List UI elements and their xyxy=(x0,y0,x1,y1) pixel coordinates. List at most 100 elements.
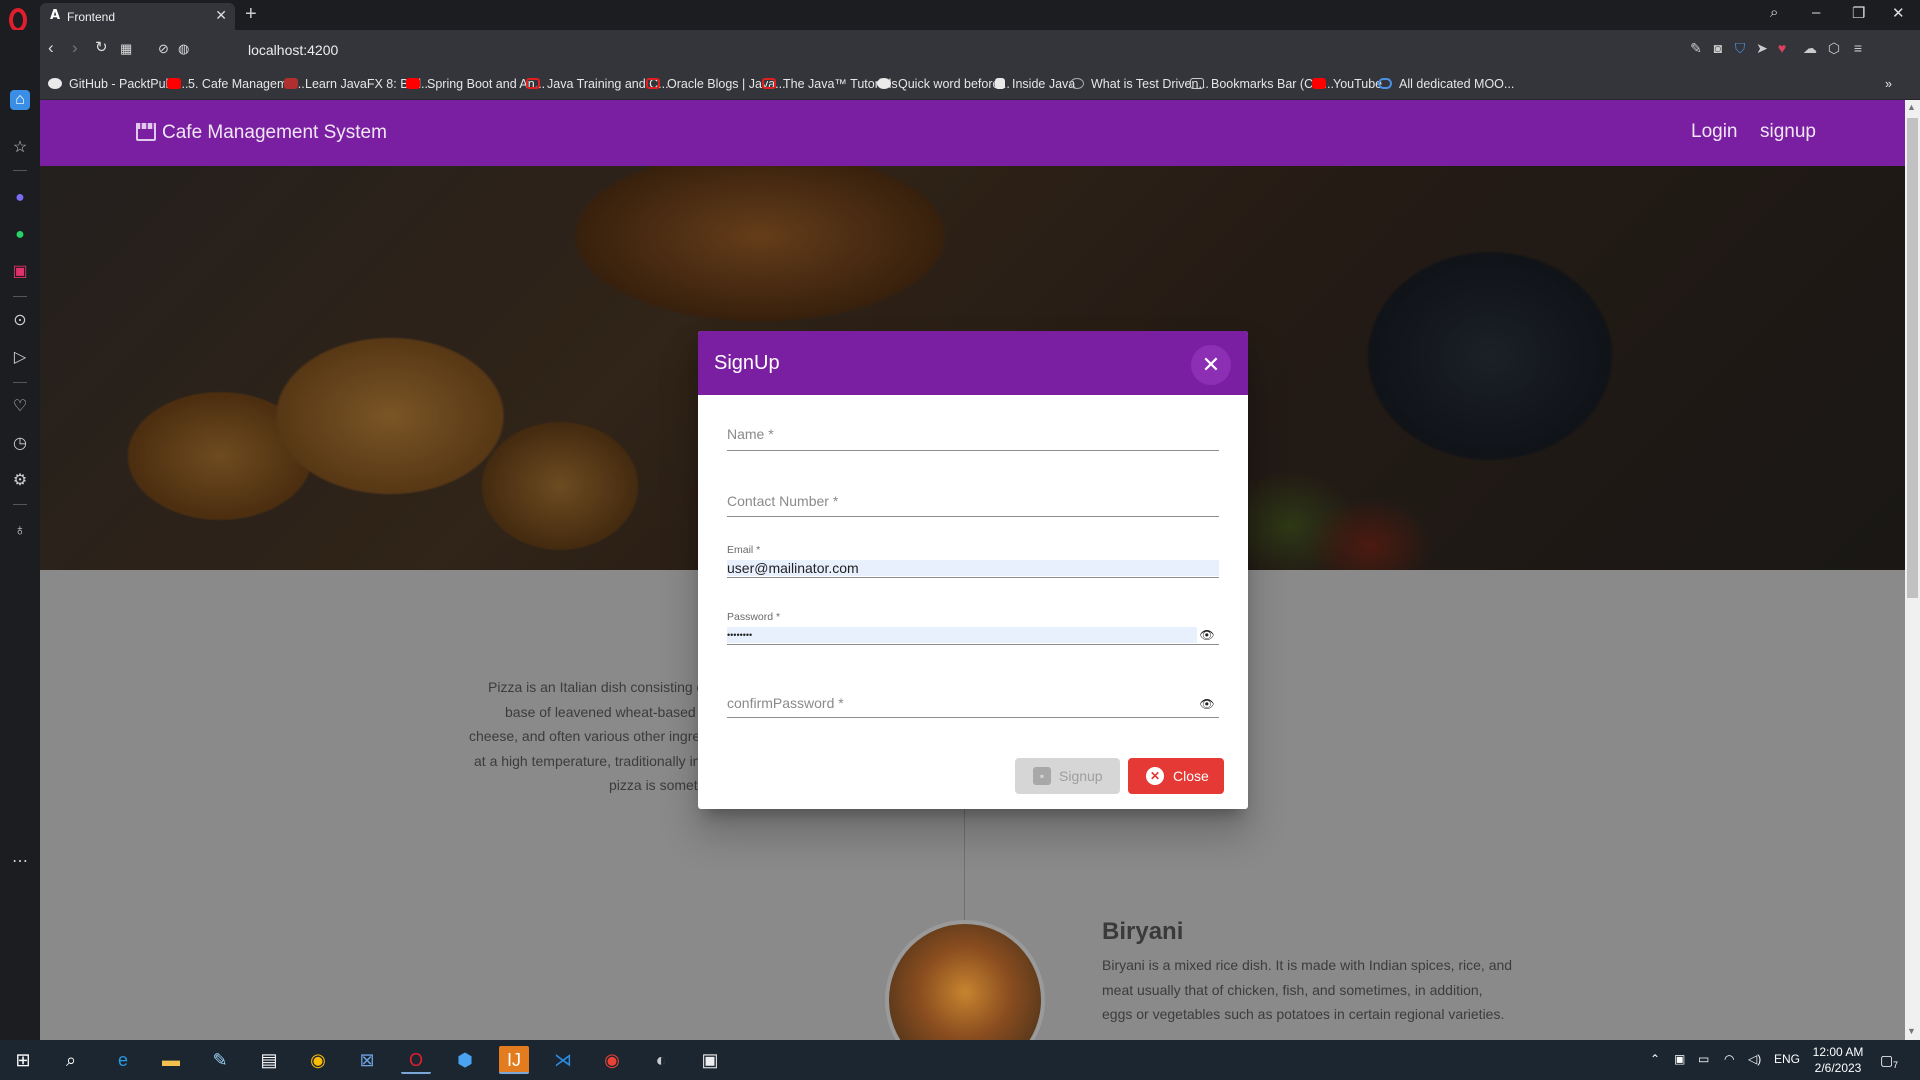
opera-logo-icon[interactable] xyxy=(9,8,27,32)
virtualbox-icon[interactable]: ⬢ xyxy=(450,1046,480,1074)
shield-icon[interactable]: ⛉ xyxy=(1732,40,1748,56)
site-info-icon[interactable]: ⊘ xyxy=(158,41,169,57)
store-icon[interactable]: ▤ xyxy=(254,1046,284,1074)
lightbulb-icon[interactable]: ♁ xyxy=(10,521,30,541)
star-icon[interactable]: ☆ xyxy=(10,138,30,158)
chrome-icon[interactable]: ◉ xyxy=(303,1046,333,1074)
confirm-password-field[interactable]: confirmPassword * 👁 xyxy=(727,695,1219,740)
file-explorer-icon[interactable]: ▬ xyxy=(156,1046,186,1074)
name-field[interactable]: Name * xyxy=(727,426,1219,471)
language-indicator[interactable]: ENG xyxy=(1774,1052,1800,1066)
opera-icon[interactable]: O xyxy=(401,1046,431,1074)
clock[interactable]: 12:00 AM 2/6/2023 xyxy=(1808,1044,1868,1076)
browser-tab[interactable]: A Frontend ✕ xyxy=(40,3,235,30)
bookmark-item[interactable]: Spring Boot and An... xyxy=(406,77,545,93)
tray-app-icon[interactable]: ▣ xyxy=(1674,1052,1685,1066)
scroll-down-icon[interactable]: ▼ xyxy=(1907,1026,1916,1036)
password-label: Password * xyxy=(727,611,781,623)
vscode-icon[interactable]: ⋊ xyxy=(548,1046,578,1074)
scroll-thumb[interactable] xyxy=(1907,118,1918,598)
easy-setup-icon[interactable]: ≡ xyxy=(1850,40,1866,56)
eclipse-icon[interactable]: ◐ xyxy=(646,1046,676,1074)
login-link[interactable]: Login xyxy=(1691,121,1738,143)
bookmark-item[interactable]: Quick word before... xyxy=(877,77,1010,93)
email-field[interactable]: Email * user@mailinator.com xyxy=(727,544,1219,589)
bookmark-label: All dedicated MOO... xyxy=(1399,77,1515,91)
windows-start-icon[interactable]: ⊞ xyxy=(8,1046,38,1074)
tab-close-icon[interactable]: ✕ xyxy=(215,7,227,24)
dialog-header: SignUp ✕ xyxy=(698,331,1248,395)
close-button[interactable]: ✕ Close xyxy=(1128,758,1224,794)
password-field[interactable]: Password * •••••••• 👁 xyxy=(727,611,1219,656)
minimize-icon[interactable]: – xyxy=(1812,4,1820,21)
history-icon[interactable]: ◷ xyxy=(10,434,30,454)
wifi-icon[interactable]: ◠ xyxy=(1724,1052,1734,1066)
camera-icon[interactable]: ◙ xyxy=(1710,40,1726,56)
url-input[interactable]: localhost:4200 xyxy=(248,42,338,58)
messenger-icon[interactable]: ● xyxy=(10,188,30,208)
window-close-icon[interactable]: ✕ xyxy=(1892,4,1905,22)
notification-count: 7 xyxy=(1893,1060,1899,1070)
search-icon[interactable]: ⌕ xyxy=(56,1046,86,1074)
notepad-icon[interactable]: ✎ xyxy=(205,1046,235,1074)
instagram-icon[interactable]: ▣ xyxy=(10,262,30,282)
tabs-grid-icon[interactable]: ▦ xyxy=(120,41,132,57)
dialog-close-icon[interactable]: ✕ xyxy=(1191,345,1231,385)
send-icon[interactable]: ➤ xyxy=(1754,40,1770,56)
heart-icon[interactable]: ♡ xyxy=(10,397,30,417)
name-label: Name * xyxy=(727,426,774,442)
player-icon[interactable]: ⊙ xyxy=(10,311,30,331)
forward-icon[interactable]: › xyxy=(72,38,78,58)
dialog-title: SignUp xyxy=(714,352,780,374)
eye-off-icon[interactable]: 👁 xyxy=(1199,629,1215,641)
new-tab-icon[interactable]: + xyxy=(245,3,257,26)
bookmark-item[interactable]: Inside Java xyxy=(995,77,1075,93)
volume-icon[interactable]: ◁) xyxy=(1748,1052,1761,1066)
bookmark-item[interactable]: What is Test Driven... xyxy=(1070,77,1209,93)
browser-tabbar: A Frontend ✕ + ⌕ – ❐ ✕ xyxy=(0,0,1920,32)
search-tabs-icon[interactable]: ⌕ xyxy=(1770,4,1778,21)
contact-number-field[interactable]: Contact Number * xyxy=(727,493,1219,538)
reload-icon[interactable]: ↻ xyxy=(95,38,108,56)
infinity-icon xyxy=(1378,78,1392,89)
restore-icon[interactable]: ❐ xyxy=(1852,4,1865,22)
edge-icon[interactable]: e xyxy=(108,1046,138,1074)
globe-icon: ◍ xyxy=(178,41,190,56)
whatsapp-icon[interactable]: ● xyxy=(10,225,30,245)
signup-link[interactable]: signup xyxy=(1760,121,1816,143)
bookmark-item[interactable]: YouTube xyxy=(1312,77,1382,93)
email-input[interactable]: user@mailinator.com xyxy=(727,560,1219,576)
bookmark-item[interactable]: All dedicated MOO... xyxy=(1378,77,1514,93)
brand-title[interactable]: Cafe Management System xyxy=(162,122,387,144)
field-underline xyxy=(727,516,1219,517)
edit-icon[interactable]: ✎ xyxy=(1688,40,1704,56)
tray-chevron-icon[interactable]: ⌃ xyxy=(1650,1052,1660,1066)
vpn-icon[interactable]: ☁ xyxy=(1802,40,1818,56)
cube-icon[interactable]: ⬡ xyxy=(1826,40,1842,56)
back-icon[interactable]: ‹ xyxy=(48,38,54,58)
terminal-icon[interactable]: ▣ xyxy=(695,1046,725,1074)
more-icon[interactable]: ⋯ xyxy=(10,852,30,872)
chrome-dev-icon[interactable]: ◉ xyxy=(597,1046,627,1074)
youtube-icon xyxy=(406,78,420,89)
gear-icon[interactable]: ⚙ xyxy=(10,471,30,491)
github-icon xyxy=(48,78,62,89)
bookmark-label: Quick word before... xyxy=(898,77,1010,91)
signup-button[interactable]: ▪ Signup xyxy=(1015,758,1120,794)
eye-off-icon[interactable]: 👁 xyxy=(1199,698,1215,710)
send-icon[interactable]: ▷ xyxy=(10,348,30,368)
field-underline xyxy=(727,577,1219,578)
page-scrollbar[interactable]: ▲ ▼ xyxy=(1905,100,1920,1040)
battery-icon[interactable]: ▭ xyxy=(1698,1052,1709,1066)
youtube-icon xyxy=(167,78,181,89)
home-icon[interactable]: ⌂ xyxy=(10,90,30,110)
password-input[interactable]: •••••••• xyxy=(727,627,1197,643)
heart-icon[interactable]: ♥ xyxy=(1774,40,1790,56)
notification-icon[interactable]: ▢ xyxy=(1880,1052,1893,1069)
intellij-icon[interactable]: IJ xyxy=(499,1046,529,1074)
address-bar: ‹ › ↻ ▦ ⊘ ◍ localhost:4200 ✎ ◙ ⛉ ➤ ♥ ☁ ⬡… xyxy=(40,30,1920,70)
store-icon xyxy=(136,123,156,141)
sts-icon[interactable]: ⊠ xyxy=(352,1046,382,1074)
scroll-up-icon[interactable]: ▲ xyxy=(1907,102,1916,112)
chevron-right-icon[interactable]: » xyxy=(1885,77,1892,93)
